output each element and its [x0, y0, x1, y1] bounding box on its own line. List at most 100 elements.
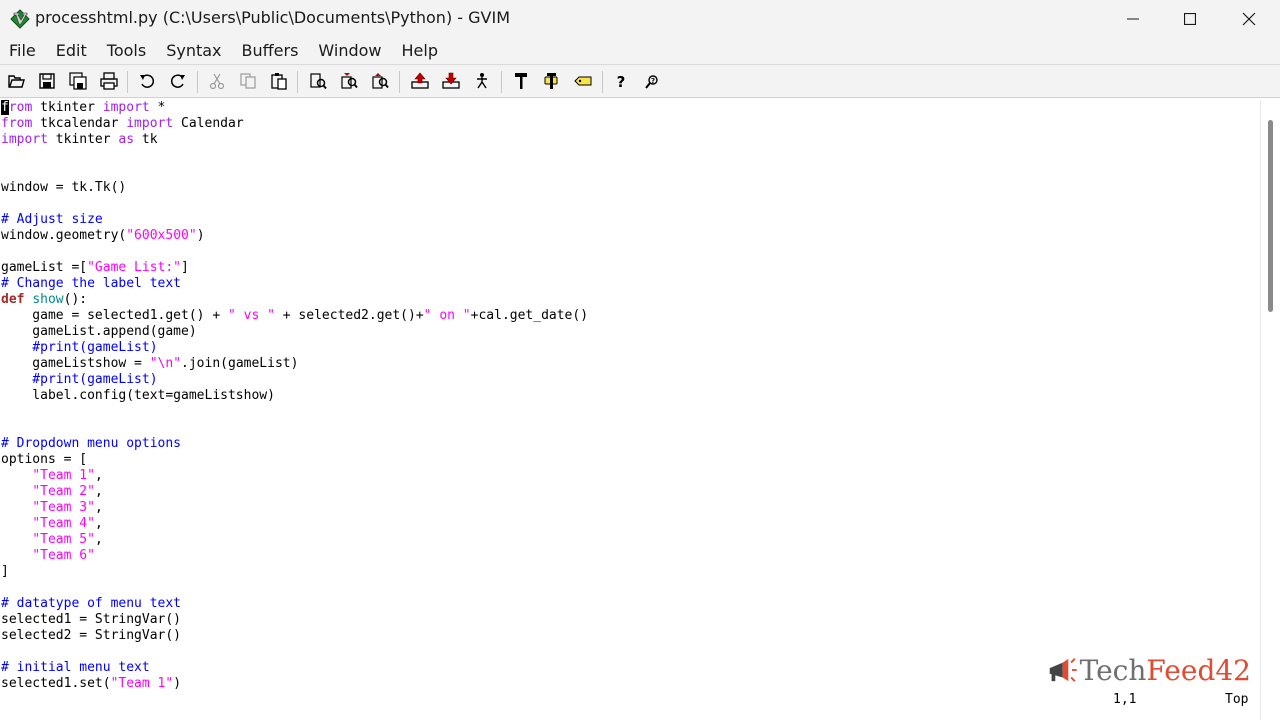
code-text[interactable]: from tkinter import * from tkcalendar imp…	[1, 100, 588, 690]
menu-help[interactable]: Help	[392, 38, 448, 64]
code-line[interactable]: gameList.append(game)	[1, 324, 588, 340]
code-line[interactable]: "Team 3",	[1, 500, 588, 516]
menu-buffers[interactable]: Buffers	[232, 38, 309, 64]
toolbar-separator	[399, 71, 400, 93]
code-line[interactable]: import tkinter as tk	[1, 132, 588, 148]
find-help-button[interactable]: ?	[641, 70, 665, 92]
scrollbar-thumb[interactable]	[1268, 120, 1273, 312]
code-token: )	[173, 676, 182, 690]
make-button[interactable]	[509, 70, 533, 92]
paste-button[interactable]	[267, 70, 291, 92]
code-token: + selected2.get()+	[274, 308, 424, 323]
menu-tools[interactable]: Tools	[97, 38, 156, 64]
code-line[interactable]: # Adjust size	[1, 212, 588, 228]
code-line[interactable]: #print(gameList)	[1, 340, 588, 356]
code-line[interactable]: # datatype of menu text	[1, 596, 588, 612]
code-line[interactable]: label.config(text=gameListshow)	[1, 388, 588, 404]
code-line[interactable]: "Team 5",	[1, 532, 588, 548]
print-button[interactable]	[97, 70, 121, 92]
code-line[interactable]: selected1.set("Team 1")	[1, 676, 588, 690]
code-line[interactable]	[1, 420, 588, 436]
save-button[interactable]	[35, 70, 59, 92]
code-line[interactable]: #print(gameList)	[1, 372, 588, 388]
make-icon	[515, 73, 527, 89]
run-script-button[interactable]	[470, 70, 494, 92]
code-line[interactable]: gameList =["Game List:"]	[1, 260, 588, 276]
code-token: ,	[94, 532, 103, 547]
redo-button[interactable]	[166, 70, 190, 92]
minimize-button[interactable]	[1104, 0, 1162, 38]
undo-button[interactable]	[135, 70, 159, 92]
menu-edit[interactable]: Edit	[46, 38, 97, 64]
code-token: import	[1, 132, 48, 147]
code-token: ]	[181, 260, 189, 275]
code-token: import	[102, 100, 150, 115]
toolbar-separator	[602, 71, 603, 93]
code-token: ,	[94, 484, 103, 499]
open-icon	[8, 75, 25, 88]
jump-tag-icon	[574, 76, 592, 86]
code-line[interactable]: def show():	[1, 292, 588, 308]
save-session-button[interactable]	[439, 70, 463, 92]
code-line[interactable]: "Team 1",	[1, 468, 588, 484]
code-token: tkinter	[32, 100, 103, 115]
watermark-text-feed: Feed42	[1146, 653, 1251, 687]
code-token: +cal.get_date()	[470, 308, 589, 323]
editor-area[interactable]: from tkinter import * from tkcalendar imp…	[0, 100, 1258, 690]
code-token: "Team 2"	[32, 484, 95, 499]
code-line[interactable]	[1, 244, 588, 260]
window-title: processhtml.py (C:\Users\Public\Document…	[35, 8, 510, 27]
open-button[interactable]	[4, 70, 28, 92]
copy-button[interactable]	[236, 70, 260, 92]
save-all-button[interactable]	[66, 70, 90, 92]
menu-file[interactable]: File	[0, 38, 46, 64]
code-token: def	[1, 292, 25, 307]
code-line[interactable]: # Change the label text	[1, 276, 588, 292]
code-line[interactable]: options = [	[1, 452, 588, 468]
maximize-button[interactable]	[1161, 0, 1219, 38]
code-line[interactable]: ]	[1, 564, 588, 580]
code-line[interactable]: "Team 4",	[1, 516, 588, 532]
cut-button[interactable]	[205, 70, 229, 92]
code-line[interactable]: # Dropdown menu options	[1, 436, 588, 452]
code-line[interactable]	[1, 644, 588, 660]
close-button[interactable]	[1220, 0, 1278, 38]
vertical-scrollbar[interactable]	[1260, 100, 1280, 720]
load-session-button[interactable]	[408, 70, 432, 92]
help-button[interactable]: ?	[609, 70, 633, 92]
code-line[interactable]: # initial menu text	[1, 660, 588, 676]
jump-tag-button[interactable]	[571, 70, 595, 92]
code-token: "600x500"	[126, 228, 197, 243]
menu-syntax[interactable]: Syntax	[156, 38, 231, 64]
close-icon	[1242, 12, 1256, 26]
code-line[interactable]: game = selected1.get() + " vs " + select…	[1, 308, 588, 324]
find-replace-button[interactable]	[306, 70, 330, 92]
load-session-icon	[411, 72, 429, 89]
code-token: "Team 1"	[110, 676, 174, 690]
menu-window[interactable]: Window	[308, 38, 391, 64]
code-token: )	[196, 228, 205, 243]
code-line[interactable]: selected1 = StringVar()	[1, 612, 588, 628]
code-line[interactable]: selected2 = StringVar()	[1, 628, 588, 644]
build-tags-button[interactable]	[540, 70, 564, 92]
code-line[interactable]: from tkcalendar import Calendar	[1, 116, 588, 132]
code-line[interactable]: "Team 6"	[1, 548, 588, 564]
code-line[interactable]: gameListshow = "\n".join(gameList)	[1, 356, 588, 372]
code-line[interactable]	[1, 164, 588, 180]
code-line[interactable]: from tkinter import *	[1, 100, 588, 116]
code-line[interactable]: "Team 2",	[1, 484, 588, 500]
code-line[interactable]: window = tk.Tk()	[1, 180, 588, 196]
maximize-icon	[1184, 13, 1196, 25]
code-line[interactable]	[1, 148, 588, 164]
code-line[interactable]	[1, 580, 588, 596]
title-bar[interactable]: processhtml.py (C:\Users\Public\Document…	[0, 0, 1280, 38]
code-token: ():	[63, 292, 88, 307]
code-line[interactable]	[1, 196, 588, 212]
code-line[interactable]	[1, 404, 588, 420]
find-next-button[interactable]	[337, 70, 361, 92]
code-line[interactable]: window.geometry("600x500")	[1, 228, 588, 244]
find-prev-button[interactable]	[368, 70, 392, 92]
code-token: # datatype of menu text	[1, 596, 182, 611]
